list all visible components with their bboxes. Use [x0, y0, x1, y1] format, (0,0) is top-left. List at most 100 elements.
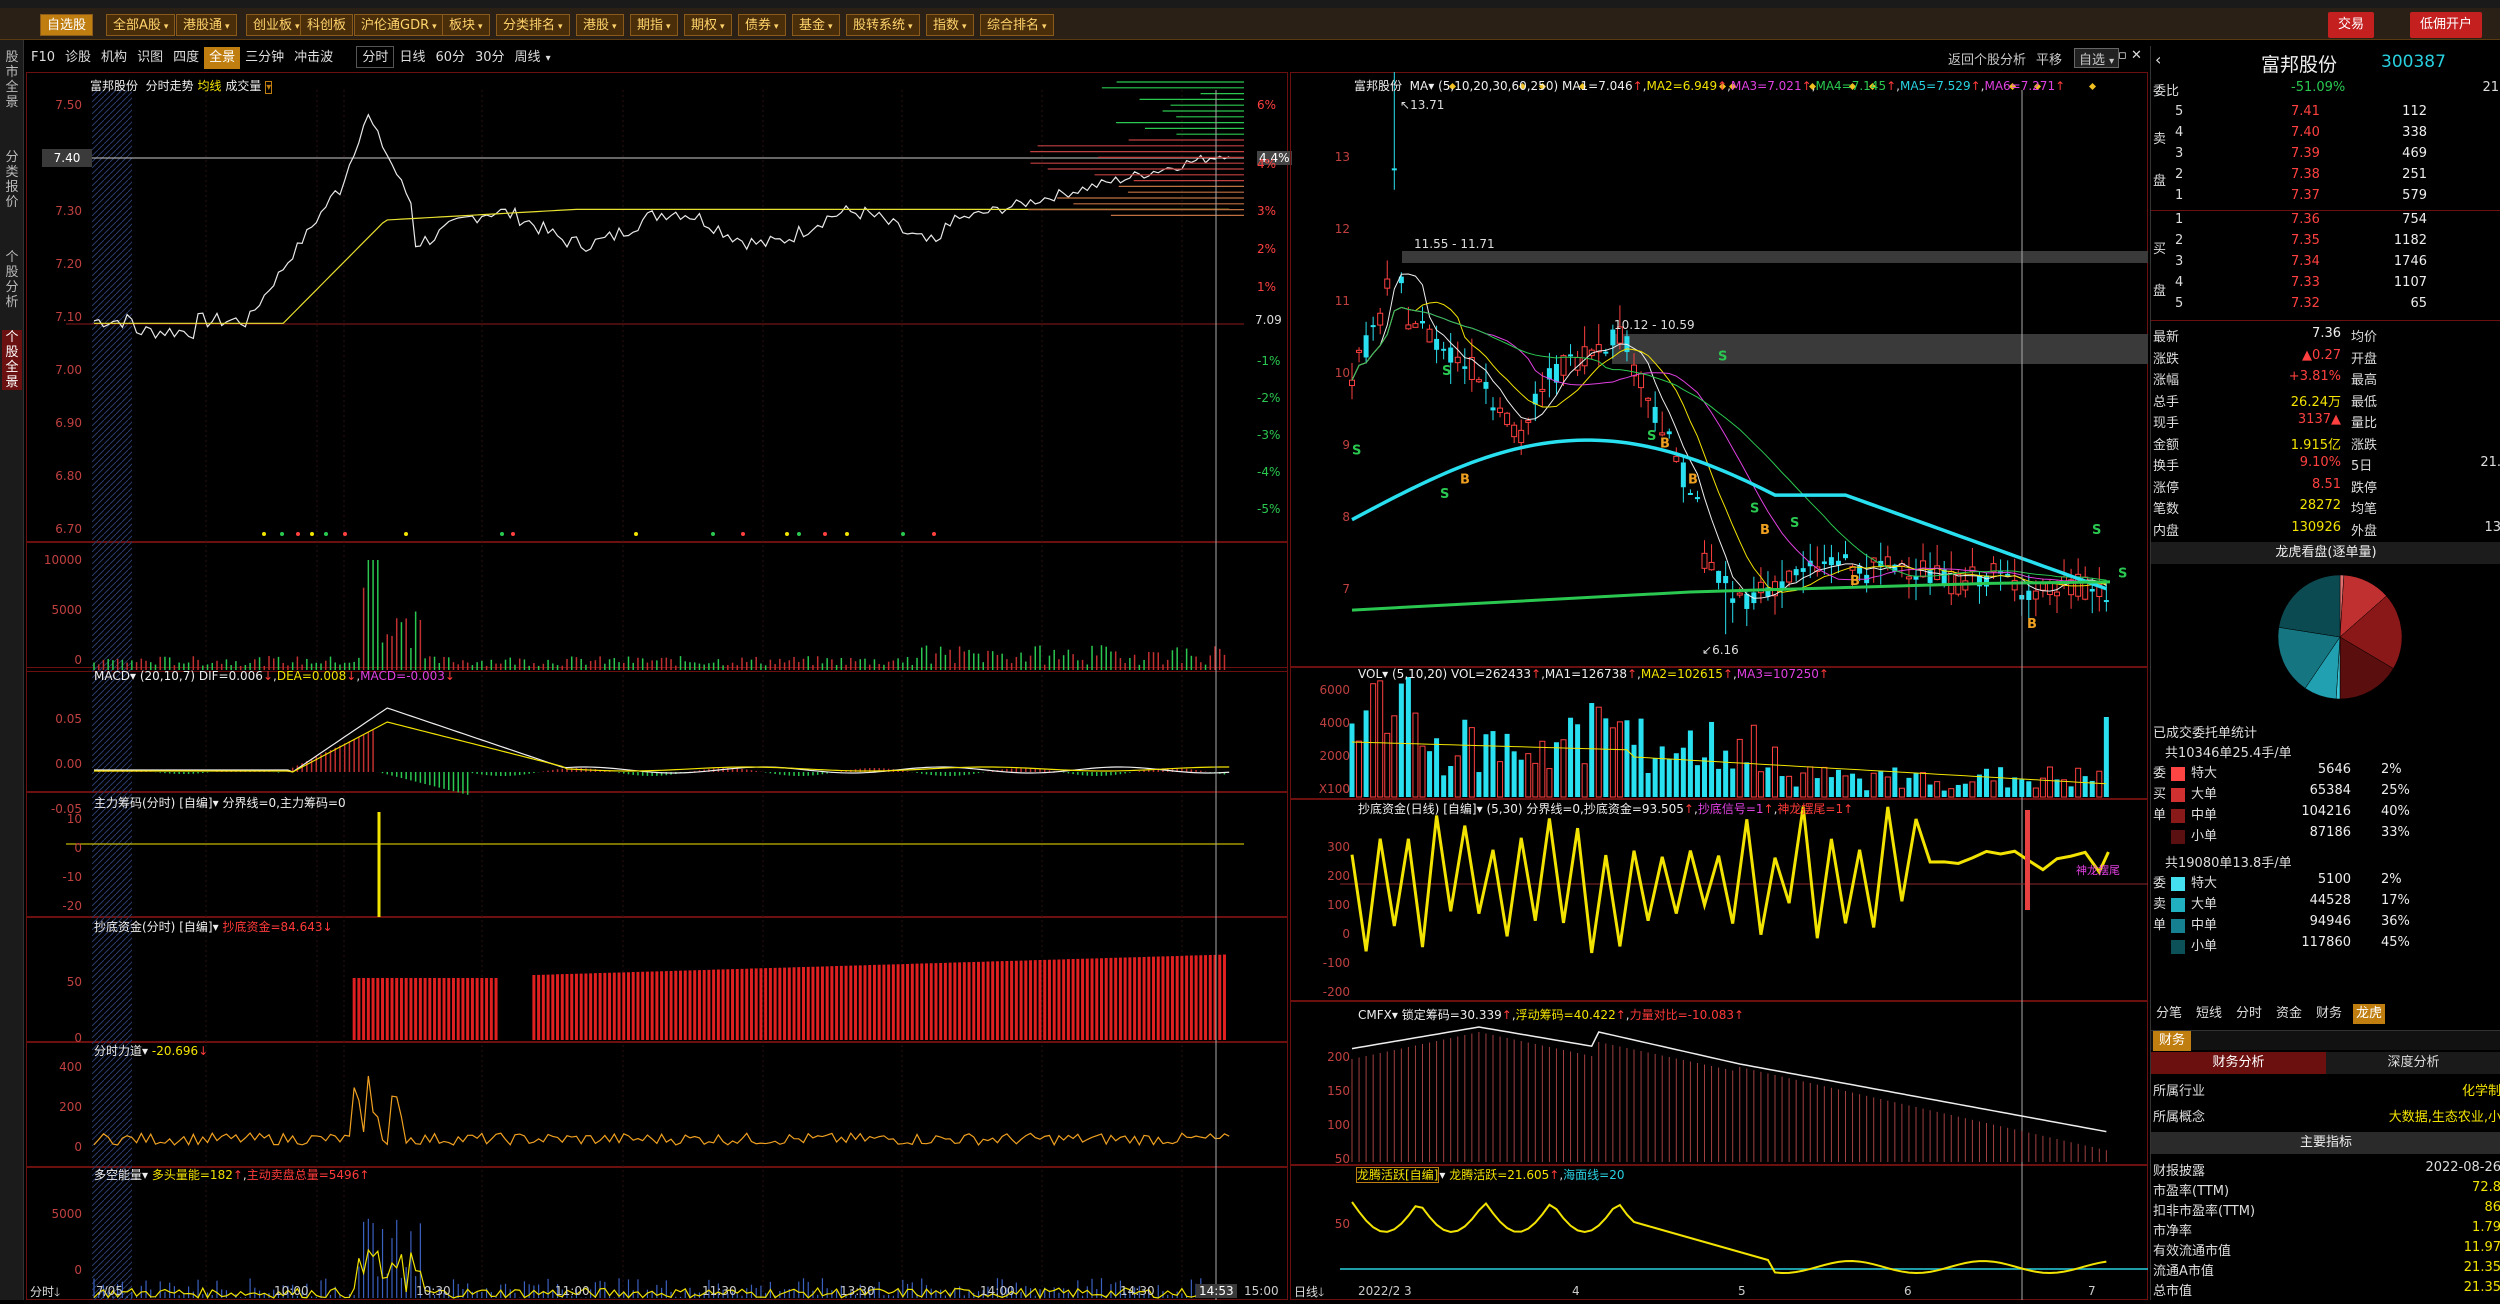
- chaodi-daily-panel: [1290, 799, 2148, 1001]
- svg-text:S: S: [2118, 567, 2127, 582]
- sidebar-tab-market[interactable]: 股市全景: [2, 50, 22, 110]
- ref-price-label: 7.09: [1255, 313, 1282, 327]
- menu-item[interactable]: 板块 ▾: [442, 14, 490, 36]
- longhu-pie-chart: [2277, 574, 2403, 700]
- detail-tab[interactable]: 财务: [2313, 1004, 2345, 1024]
- signal-bar: [2025, 810, 2030, 910]
- chaodi-daily-line: [1350, 806, 2110, 954]
- entrust-buy-row: 单中单 94946 36%: [2153, 914, 2410, 933]
- price-axis-label: 6.80: [55, 469, 82, 483]
- intraday-time-label[interactable]: 分时🡓: [30, 1283, 60, 1304]
- entrust-buy-row: 小单 117860 45%: [2151, 935, 2500, 957]
- tab-four-degree[interactable]: 四度: [168, 47, 204, 69]
- menu-item[interactable]: 期指 ▾: [630, 14, 678, 36]
- deep-analysis-tab[interactable]: 深度分析: [2326, 1052, 2500, 1074]
- stock-code: 300387: [2381, 52, 2446, 72]
- price-axis-label: 6.70: [55, 522, 82, 536]
- period-daily[interactable]: 日线: [394, 47, 430, 69]
- tab-diagnose[interactable]: 诊股: [60, 47, 96, 69]
- menu-item[interactable]: 基金 ▾: [792, 14, 840, 36]
- detail-tab[interactable]: 分笔: [2153, 1004, 2185, 1024]
- finance-tab[interactable]: 财务: [2153, 1031, 2192, 1051]
- daily-chart-area: SSS BBSSB S SB SBSB: [1290, 72, 2148, 1300]
- longteng-title: 龙腾活跃[自编]▾ 龙腾活跃=21.605↑,海面线=20: [1356, 1167, 1625, 1183]
- quote-panel: ‹ 富邦股份 300387 委比 -51.09% 21 5 7.41 112 4 7.4…: [2150, 46, 2500, 1300]
- menu-item[interactable]: 股转系统 ▾: [846, 14, 920, 36]
- period-weekly[interactable]: 周线: [510, 47, 546, 69]
- menu-item[interactable]: 全部A股 ▾: [106, 14, 176, 36]
- price-panel: [26, 72, 1288, 542]
- detail-tab[interactable]: 资金: [2273, 1004, 2305, 1024]
- time-axis-label: 10:00: [274, 1284, 309, 1298]
- period-dropdown-icon[interactable]: ▾: [546, 53, 551, 64]
- menu-item[interactable]: 债券 ▾: [738, 14, 786, 36]
- tab-f10[interactable]: F10: [26, 47, 60, 69]
- menu-item[interactable]: 期权 ▾: [684, 14, 732, 36]
- zhuli-axis-label: -10: [62, 870, 82, 884]
- cmfx-axis-label: 200: [1327, 1050, 1350, 1064]
- chaodi-axis-label: 0: [74, 1031, 82, 1045]
- volume-axis-label: 10000: [43, 553, 82, 567]
- tab-institution[interactable]: 机构: [96, 47, 132, 69]
- menu-item[interactable]: 创业板 ▾: [246, 14, 307, 36]
- menu-item[interactable]: 港股通 ▾: [176, 14, 237, 36]
- price-axis-label: 6.90: [55, 416, 82, 430]
- arrow-down-icon: 🡓: [1318, 1285, 1325, 1299]
- macd-axis-label: 0.05: [55, 712, 82, 726]
- tab-shockwave[interactable]: 冲击波: [289, 47, 338, 69]
- sidebar-tab-analysis[interactable]: 个股分析: [2, 250, 22, 310]
- chaodi-intraday-title: 抄底资金(分时) [自编]▾ 抄底资金=84.643↓: [94, 920, 333, 934]
- macd-dea-line: [94, 721, 1230, 773]
- buy-side-label: 盘: [2153, 284, 2167, 299]
- orderbook-divider: [2151, 320, 2500, 321]
- menu-item[interactable]: 综合排名 ▾: [980, 14, 1054, 36]
- dropdown-icon[interactable]: ▾: [265, 81, 273, 94]
- tab-overview[interactable]: 全景: [204, 47, 241, 69]
- ma250-line: [1351, 580, 2111, 612]
- menu-item[interactable]: 沪伦通GDR ▾: [354, 14, 444, 36]
- svg-text:S: S: [1750, 501, 1759, 516]
- vol-daily-axis-label: 2000: [1319, 749, 1350, 763]
- high-price-label: ↖13.71: [1400, 98, 1445, 112]
- buy-level-row: 2 7.35 1182: [2175, 233, 2427, 248]
- detail-tab[interactable]: 龙虎: [2353, 1004, 2386, 1024]
- menu-item[interactable]: 指数 ▾: [926, 14, 974, 36]
- cmfx-axis-label: 50: [1334, 1152, 1350, 1166]
- menu-item[interactable]: 自选股: [40, 14, 94, 36]
- trade-button[interactable]: 交易: [2328, 12, 2375, 38]
- cmfx-title: CMFX▾ 锁定筹码=30.339↑,浮动筹码=40.422↑,力量对比=-10…: [1358, 1008, 1745, 1022]
- menu-item-label: 分类排名: [503, 18, 556, 33]
- avg-price-line: [94, 208, 1230, 324]
- sidebar-tab-category[interactable]: 分类报价: [2, 150, 22, 210]
- time-axis-label: 14:30: [1120, 1284, 1155, 1298]
- daily-period-label[interactable]: 日线🡓: [1294, 1283, 1324, 1304]
- watchlist-select[interactable]: 自选 ▾: [2074, 48, 2120, 68]
- chaodi-daily-axis-label: 0: [1342, 927, 1350, 941]
- sidebar-tab-overview[interactable]: 个股全景: [2, 330, 22, 390]
- detail-tab[interactable]: 分时: [2233, 1004, 2265, 1024]
- stat-row: 现手 3137▲ 量比: [2153, 412, 2378, 431]
- period-intraday[interactable]: 分时: [356, 46, 395, 68]
- period-60min[interactable]: 60分: [430, 47, 470, 69]
- menu-item[interactable]: 分类排名 ▾: [496, 14, 570, 36]
- menu-item[interactable]: 科创板: [300, 14, 354, 36]
- back-to-analysis-button[interactable]: 返回个股分析: [1948, 49, 2026, 68]
- time-axis-label: 10:30: [416, 1284, 451, 1298]
- menu-item-label: 自选股: [47, 18, 87, 33]
- menu-item[interactable]: 港股 ▾: [576, 14, 624, 36]
- tab-three-minute[interactable]: 三分钟: [240, 47, 289, 69]
- finance-row: 扣非市盈率(TTM) 86: [2153, 1200, 2500, 1219]
- svg-text:B: B: [1460, 473, 1470, 488]
- pan-button[interactable]: 平移: [2036, 49, 2062, 68]
- time-axis-label: 11:30: [702, 1284, 737, 1298]
- low-price-label: ↙6.16: [1702, 643, 1739, 657]
- macd-intraday-title: MACD▾ (20,10,7) DIF=0.006↓,DEA=0.008↓,MA…: [94, 669, 455, 683]
- chevron-down-icon: ▾: [666, 22, 671, 32]
- back-arrow-icon[interactable]: ‹: [2155, 50, 2161, 69]
- period-30min[interactable]: 30分: [470, 47, 510, 69]
- finance-analysis-tab[interactable]: 财务分析: [2151, 1052, 2326, 1074]
- detail-tab[interactable]: 短线: [2193, 1004, 2225, 1024]
- window-controls-icon[interactable]: ▫ ✕: [2118, 48, 2142, 63]
- tab-pattern[interactable]: 识图: [132, 47, 168, 69]
- open-account-button[interactable]: 低佣开户: [2410, 12, 2483, 38]
